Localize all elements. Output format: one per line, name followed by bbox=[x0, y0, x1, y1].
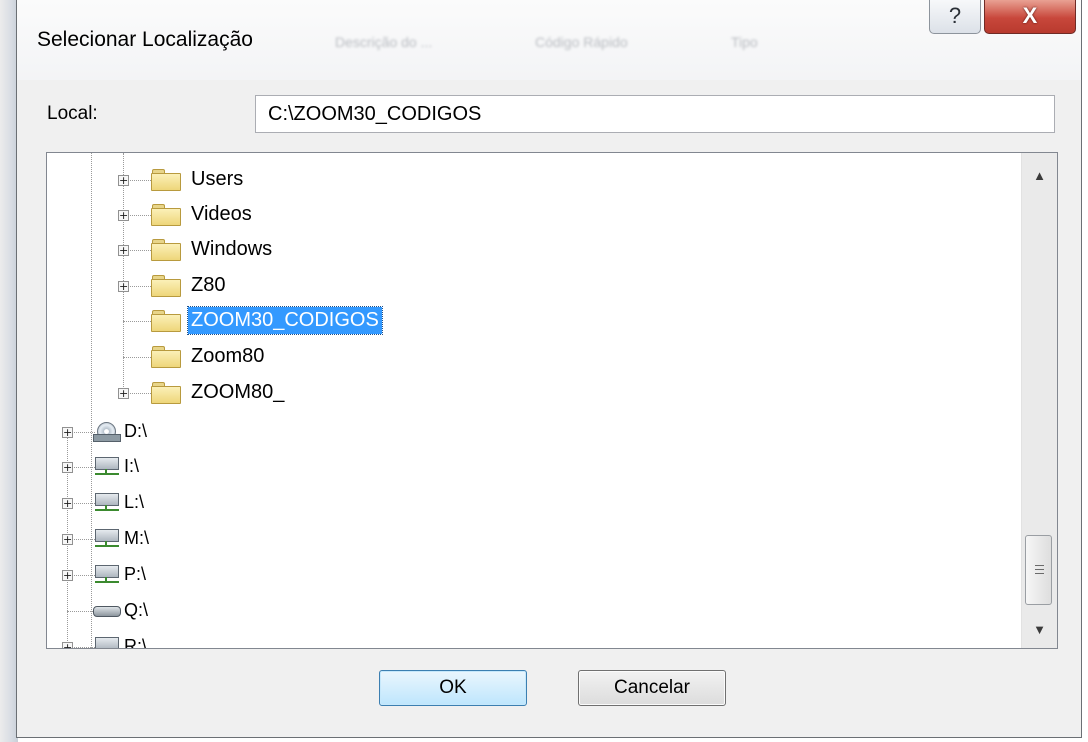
grip-line bbox=[1035, 573, 1044, 574]
background-column-header: Tipo bbox=[731, 34, 758, 50]
close-button[interactable]: X bbox=[984, 0, 1076, 34]
tree-item-z80[interactable]: Z80 bbox=[191, 274, 225, 297]
cd-drive-icon bbox=[93, 421, 123, 443]
select-location-dialog: Selecionar Localização Descrição do ... … bbox=[16, 0, 1082, 738]
folder-icon bbox=[151, 382, 181, 404]
network-drive-icon bbox=[93, 563, 123, 585]
tree-item-zoom30-codigos[interactable]: ZOOM30_CODIGOS bbox=[187, 306, 383, 335]
location-input[interactable] bbox=[255, 95, 1055, 133]
folder-icon bbox=[151, 204, 181, 226]
tree-item-windows[interactable]: Windows bbox=[191, 238, 272, 261]
expand-icon[interactable]: + bbox=[62, 498, 73, 509]
background-column-header: Descrição do ... bbox=[335, 34, 433, 50]
folder-icon bbox=[151, 310, 181, 332]
tree-connector bbox=[123, 357, 151, 358]
title-bar[interactable]: Selecionar Localização Descrição do ... … bbox=[17, 0, 1081, 80]
tree-item-drive-m[interactable]: M:\ bbox=[124, 528, 149, 549]
expand-icon[interactable]: + bbox=[62, 462, 73, 473]
network-drive-icon bbox=[93, 455, 123, 477]
grip-line bbox=[1035, 569, 1044, 570]
scroll-thumb[interactable] bbox=[1025, 535, 1052, 605]
scroll-down-arrow-icon[interactable]: ▼ bbox=[1022, 613, 1057, 647]
tree-item-users[interactable]: Users bbox=[191, 168, 243, 191]
folder-tree[interactable]: + Users + Videos + Windows + Z80 ZOOM30_… bbox=[46, 152, 1058, 649]
tree-item-drive-p[interactable]: P:\ bbox=[124, 564, 146, 585]
help-button[interactable]: ? bbox=[929, 0, 981, 34]
tree-item-drive-l[interactable]: L:\ bbox=[124, 492, 144, 513]
location-label: Local: bbox=[47, 103, 98, 124]
cancel-button[interactable]: Cancelar bbox=[578, 670, 726, 706]
help-icon: ? bbox=[948, 3, 962, 28]
tree-connector bbox=[67, 611, 95, 612]
dialog-title: Selecionar Localização bbox=[37, 28, 253, 51]
drive-icon bbox=[93, 600, 123, 622]
tree-item-videos[interactable]: Videos bbox=[191, 203, 252, 226]
vertical-scrollbar[interactable]: ▲ ▼ bbox=[1021, 153, 1057, 648]
grip-line bbox=[1035, 565, 1044, 566]
expand-icon[interactable]: + bbox=[62, 534, 73, 545]
close-icon: X bbox=[1022, 3, 1038, 28]
expand-icon[interactable]: + bbox=[118, 281, 129, 292]
tree-item-drive-i[interactable]: I:\ bbox=[124, 456, 139, 477]
scroll-up-arrow-icon[interactable]: ▲ bbox=[1022, 159, 1057, 193]
background-column-header: Código Rápido bbox=[535, 34, 628, 50]
tree-connector bbox=[123, 321, 151, 322]
expand-icon[interactable]: + bbox=[62, 570, 73, 581]
network-drive-icon bbox=[93, 635, 123, 648]
network-drive-icon bbox=[93, 527, 123, 549]
folder-icon bbox=[151, 346, 181, 368]
expand-icon[interactable]: + bbox=[118, 210, 129, 221]
expand-icon[interactable]: + bbox=[118, 245, 129, 256]
tree-item-zoom80[interactable]: Zoom80 bbox=[191, 345, 264, 368]
expand-icon[interactable]: + bbox=[62, 642, 73, 648]
tree-item-drive-r[interactable]: R:\ bbox=[124, 636, 147, 648]
expand-icon[interactable]: + bbox=[62, 427, 73, 438]
folder-icon bbox=[151, 169, 181, 191]
network-drive-icon bbox=[93, 491, 123, 513]
tree-item-drive-q[interactable]: Q:\ bbox=[124, 600, 148, 621]
folder-icon bbox=[151, 275, 181, 297]
expand-icon[interactable]: + bbox=[118, 175, 129, 186]
folder-icon bbox=[151, 239, 181, 261]
ok-button[interactable]: OK bbox=[379, 670, 527, 706]
tree-connector bbox=[123, 153, 124, 399]
expand-icon[interactable]: + bbox=[118, 388, 129, 399]
tree-item-drive-d[interactable]: D:\ bbox=[124, 421, 147, 442]
tree-item-zoom80-underscore[interactable]: ZOOM80_ bbox=[191, 381, 284, 404]
